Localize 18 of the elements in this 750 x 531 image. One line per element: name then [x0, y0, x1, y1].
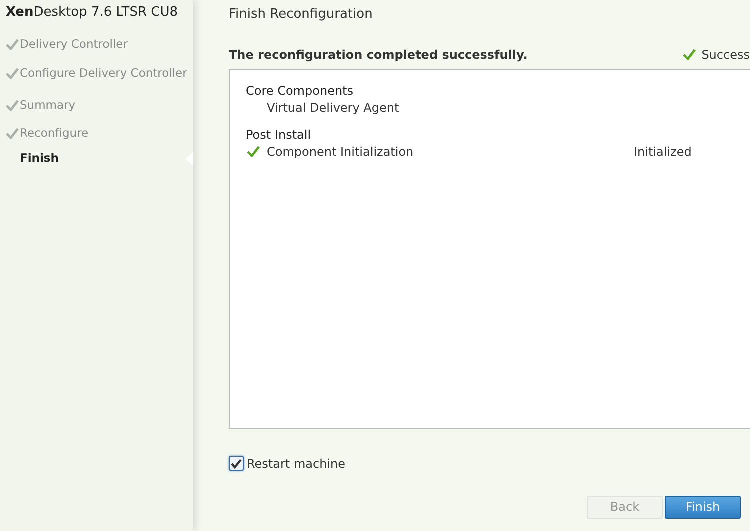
product-title: XenDesktop 7.6 LTSR CU8 — [6, 4, 178, 22]
status-text: Success — [702, 46, 750, 64]
step-label[interactable]: Finish — [20, 150, 59, 168]
group-heading: Core Components — [246, 82, 355, 100]
step-label[interactable]: Delivery Controller — [20, 36, 128, 54]
checkbox-label: Restart machine — [247, 456, 346, 472]
finish-button[interactable]: Finish — [665, 496, 741, 518]
success-message: The reconfiguration completed successfully. — [229, 46, 528, 64]
step-label[interactable]: Summary — [20, 96, 76, 114]
restart-checkbox[interactable] — [229, 456, 244, 471]
page-title: Finish Reconfiguration — [229, 6, 374, 24]
pointer-triangle — [186, 152, 193, 166]
step-label[interactable]: Reconfigure — [20, 124, 89, 142]
component-name: Virtual Delivery Agent — [267, 100, 400, 116]
group-heading: Post Install — [246, 126, 312, 144]
step-label[interactable]: Configure Delivery Controller — [20, 64, 188, 82]
component-status: Initialized — [634, 144, 692, 160]
component-name: Component Initialization — [267, 144, 415, 160]
